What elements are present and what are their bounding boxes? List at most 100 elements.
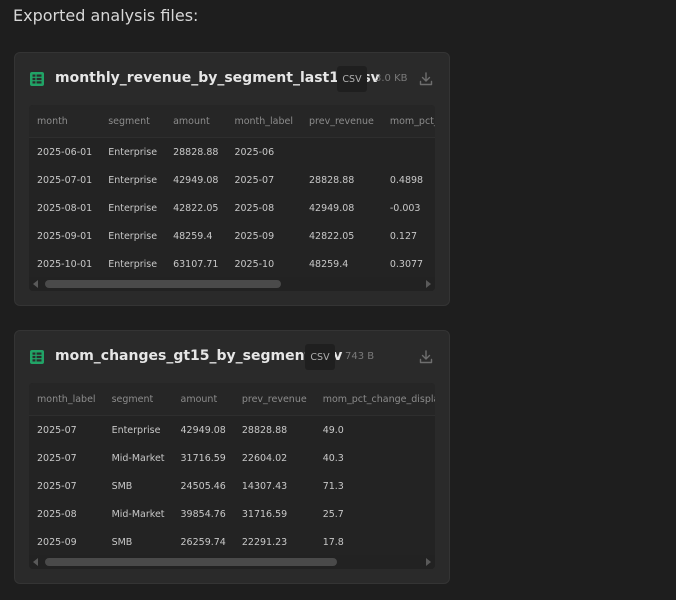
- table-cell: Enterprise: [108, 230, 158, 242]
- table-cell: 17.8: [322, 536, 344, 548]
- table-cell: 22604.02: [241, 452, 288, 464]
- table-cell: SMB: [111, 536, 133, 548]
- table-cell: 42949.08: [180, 424, 226, 436]
- table-cell: 0.4898: [389, 174, 424, 186]
- table-cell: 63107.71: [173, 258, 219, 270]
- table-row: 2025-07 Enterprise 42949.08 28828.88 49.…: [29, 416, 435, 445]
- table-cell: 2025-06-01: [37, 146, 93, 158]
- scrollbar-thumb[interactable]: [45, 280, 281, 288]
- column-header: month_label: [226, 105, 301, 138]
- table-cell: 2025-07: [234, 174, 275, 186]
- scroll-left-arrow-icon[interactable]: [33, 558, 38, 566]
- table-cell: 2025-09: [234, 230, 275, 242]
- table-cell: 2025-06: [234, 146, 275, 158]
- table-cell: -0.003: [389, 202, 421, 214]
- table-cell: 26259.74: [180, 536, 226, 548]
- table-cell: 31716.59: [180, 452, 226, 464]
- file-type-badge: CSV: [305, 344, 335, 370]
- table: month_label segment amount prev_revenue …: [29, 383, 435, 556]
- file-type-badge: CSV: [337, 66, 367, 92]
- table-cell: 40.3: [322, 452, 344, 464]
- table-cell: 2025-09: [37, 536, 77, 548]
- table-row: 2025-07-01 Enterprise 42949.08 2025-07 2…: [29, 166, 435, 194]
- table-cell: 2025-10-01: [37, 258, 93, 270]
- file-name[interactable]: monthly_revenue_by_segment_last12.csv: [55, 70, 380, 86]
- table-cell: 22291.23: [241, 536, 288, 548]
- table-cell: 2025-07: [37, 452, 77, 464]
- table-row: 2025-09 SMB 26259.74 22291.23 17.8: [29, 528, 435, 556]
- table-row: 2025-08-01 Enterprise 42822.05 2025-08 4…: [29, 194, 435, 222]
- column-header: segment: [100, 105, 166, 138]
- table-cell: [301, 138, 382, 167]
- file-card: mom_changes_gt15_by_segment.csv CSV 743 …: [14, 330, 450, 584]
- table-cell: 49.0: [322, 424, 344, 436]
- file-size: 3.0 KB: [375, 73, 408, 84]
- column-header: mom_pct_change_displa: [314, 383, 435, 416]
- scroll-right-arrow-icon[interactable]: [426, 558, 431, 566]
- table-cell: 71.3: [322, 480, 344, 492]
- table-cell: Enterprise: [108, 174, 158, 186]
- column-header: amount: [165, 105, 227, 138]
- table-cell: Enterprise: [108, 202, 158, 214]
- file-name[interactable]: mom_changes_gt15_by_segment.csv: [55, 348, 342, 364]
- table-cell: 42949.08: [309, 202, 355, 214]
- table-cell: 42949.08: [173, 174, 219, 186]
- table-cell: 24505.46: [180, 480, 226, 492]
- table-cell: Enterprise: [108, 258, 158, 270]
- table-cell: [382, 138, 435, 167]
- file-card: monthly_revenue_by_segment_last12.csv CS…: [14, 52, 450, 306]
- table-cell: 2025-07: [37, 424, 77, 436]
- table-cell: SMB: [111, 480, 133, 492]
- table-header-row: month_label segment amount prev_revenue …: [29, 383, 435, 416]
- scroll-right-arrow-icon[interactable]: [426, 280, 431, 288]
- horizontal-scrollbar[interactable]: [29, 555, 435, 569]
- table-row: 2025-09-01 Enterprise 48259.4 2025-09 42…: [29, 222, 435, 250]
- table-header-row: month segment amount month_label prev_re…: [29, 105, 435, 138]
- download-icon[interactable]: [418, 349, 434, 365]
- table-cell: 2025-08: [37, 508, 77, 520]
- table-cell: Enterprise: [108, 146, 158, 158]
- file-card-header: mom_changes_gt15_by_segment.csv CSV 743 …: [15, 331, 449, 383]
- table-cell: 2025-08-01: [37, 202, 93, 214]
- section-heading: Exported analysis files:: [13, 6, 199, 25]
- column-header: amount: [172, 383, 234, 416]
- table-cell: 0.3077: [389, 258, 424, 270]
- download-icon[interactable]: [418, 71, 434, 87]
- table-cell: 2025-10: [234, 258, 275, 270]
- page: Exported analysis files: monthly_revenue…: [0, 0, 676, 600]
- scroll-left-arrow-icon[interactable]: [33, 280, 38, 288]
- data-table[interactable]: month_label segment amount prev_revenue …: [29, 383, 435, 569]
- data-table[interactable]: month segment amount month_label prev_re…: [29, 105, 435, 291]
- scrollbar-thumb[interactable]: [45, 558, 337, 566]
- table-cell: 2025-08: [234, 202, 275, 214]
- table-cell: 39854.76: [180, 508, 226, 520]
- file-size: 743 B: [345, 351, 375, 362]
- table-cell: Mid-Market: [111, 508, 165, 520]
- table: month segment amount month_label prev_re…: [29, 105, 435, 278]
- column-header: prev_revenue: [301, 105, 382, 138]
- table-cell: 2025-09-01: [37, 230, 93, 242]
- table-row: 2025-06-01 Enterprise 28828.88 2025-06: [29, 138, 435, 167]
- table-row: 2025-10-01 Enterprise 63107.71 2025-10 4…: [29, 250, 435, 278]
- table-cell: Mid-Market: [111, 452, 165, 464]
- table-cell: 14307.43: [241, 480, 288, 492]
- table-cell: 28828.88: [173, 146, 219, 158]
- table-cell: 42822.05: [173, 202, 219, 214]
- table-cell: Enterprise: [111, 424, 161, 436]
- table-cell: 2025-07-01: [37, 174, 93, 186]
- column-header: prev_revenue: [233, 383, 315, 416]
- spreadsheet-icon: [30, 72, 44, 86]
- table-cell: 31716.59: [241, 508, 288, 520]
- column-header: month_label: [29, 383, 104, 416]
- file-card-header: monthly_revenue_by_segment_last12.csv CS…: [15, 53, 449, 105]
- table-cell: 28828.88: [241, 424, 288, 436]
- spreadsheet-icon: [30, 350, 44, 364]
- horizontal-scrollbar[interactable]: [29, 277, 435, 291]
- column-header: mom_pct_c: [381, 105, 435, 138]
- table-cell: 48259.4: [309, 258, 349, 270]
- table-row: 2025-08 Mid-Market 39854.76 31716.59 25.…: [29, 500, 435, 528]
- column-header: month: [29, 105, 101, 138]
- table-row: 2025-07 Mid-Market 31716.59 22604.02 40.…: [29, 444, 435, 472]
- table-cell: 28828.88: [309, 174, 355, 186]
- table-cell: 2025-07: [37, 480, 77, 492]
